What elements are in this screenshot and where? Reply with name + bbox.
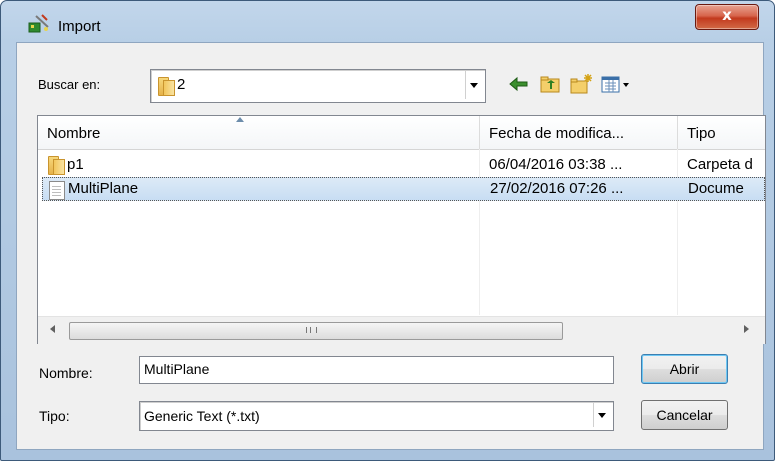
filename-label: Nombre: <box>39 365 93 381</box>
file-name: p1 <box>67 156 84 173</box>
view-menu-icon[interactable] <box>600 73 634 95</box>
scroll-right-icon[interactable] <box>744 325 749 333</box>
up-folder-icon[interactable] <box>538 73 562 95</box>
import-app-icon <box>28 14 49 33</box>
close-button[interactable]: x <box>695 4 759 30</box>
filetype-dropdown[interactable]: Generic Text (*.txt) <box>139 401 614 431</box>
column-header-date[interactable]: Fecha de modifica... <box>480 116 678 149</box>
scrollbar-thumb[interactable] <box>69 322 563 340</box>
look-in-value: 2 <box>177 76 186 93</box>
look-in-dropdown[interactable]: 2 <box>150 69 486 103</box>
column-header-name[interactable]: Nombre <box>38 116 480 149</box>
chevron-down-icon <box>470 83 478 88</box>
file-type: Docume <box>688 180 744 197</box>
chevron-down-icon <box>598 413 606 418</box>
list-item[interactable]: p1 06/04/2016 03:38 ... Carpeta d <box>42 153 765 177</box>
file-date: 06/04/2016 03:38 ... <box>489 156 623 173</box>
filename-input[interactable]: MultiPlane <box>139 356 614 384</box>
column-type-label: Tipo <box>687 125 716 142</box>
filetype-value: Generic Text (*.txt) <box>144 408 260 424</box>
list-item-selected[interactable]: MultiPlane 27/02/2016 07:26 ... Docume <box>42 177 765 201</box>
column-date-label: Fecha de modifica... <box>489 125 625 142</box>
folder-icon <box>48 156 65 175</box>
cancel-button[interactable]: Cancelar <box>641 400 728 430</box>
cancel-button-label: Cancelar <box>656 407 713 423</box>
look-in-dropdown-button[interactable] <box>465 71 483 99</box>
scroll-left-icon[interactable] <box>50 325 55 333</box>
filetype-label: Tipo: <box>39 408 70 424</box>
file-type: Carpeta d <box>687 156 753 173</box>
filename-value: MultiPlane <box>144 361 210 377</box>
column-header-type[interactable]: Tipo <box>678 116 765 149</box>
file-list[interactable]: Nombre Fecha de modifica... Tipo p1 06/0… <box>37 115 766 344</box>
back-icon[interactable] <box>507 73 531 95</box>
new-folder-icon[interactable] <box>569 73 593 95</box>
look-in-label: Buscar en: <box>38 77 101 92</box>
horizontal-scrollbar[interactable] <box>38 316 765 344</box>
sort-ascending-icon <box>236 117 244 122</box>
window-title: Import <box>58 18 101 35</box>
import-dialog: Import x Buscar en: 2 Nombre Fecha de mo… <box>0 0 775 461</box>
grip-icon <box>306 327 317 333</box>
open-button[interactable]: Abrir <box>641 354 728 384</box>
title-bar[interactable]: Import x <box>1 1 774 35</box>
close-icon: x <box>722 6 732 24</box>
folder-icon <box>158 77 175 96</box>
filetype-dropdown-button[interactable] <box>593 403 611 427</box>
file-name: MultiPlane <box>68 180 139 197</box>
file-date: 27/02/2016 07:26 ... <box>490 180 624 197</box>
text-file-icon <box>49 181 65 200</box>
open-button-label: Abrir <box>669 361 700 377</box>
list-header: Nombre Fecha de modifica... Tipo <box>38 116 765 150</box>
column-name-label: Nombre <box>47 125 101 142</box>
